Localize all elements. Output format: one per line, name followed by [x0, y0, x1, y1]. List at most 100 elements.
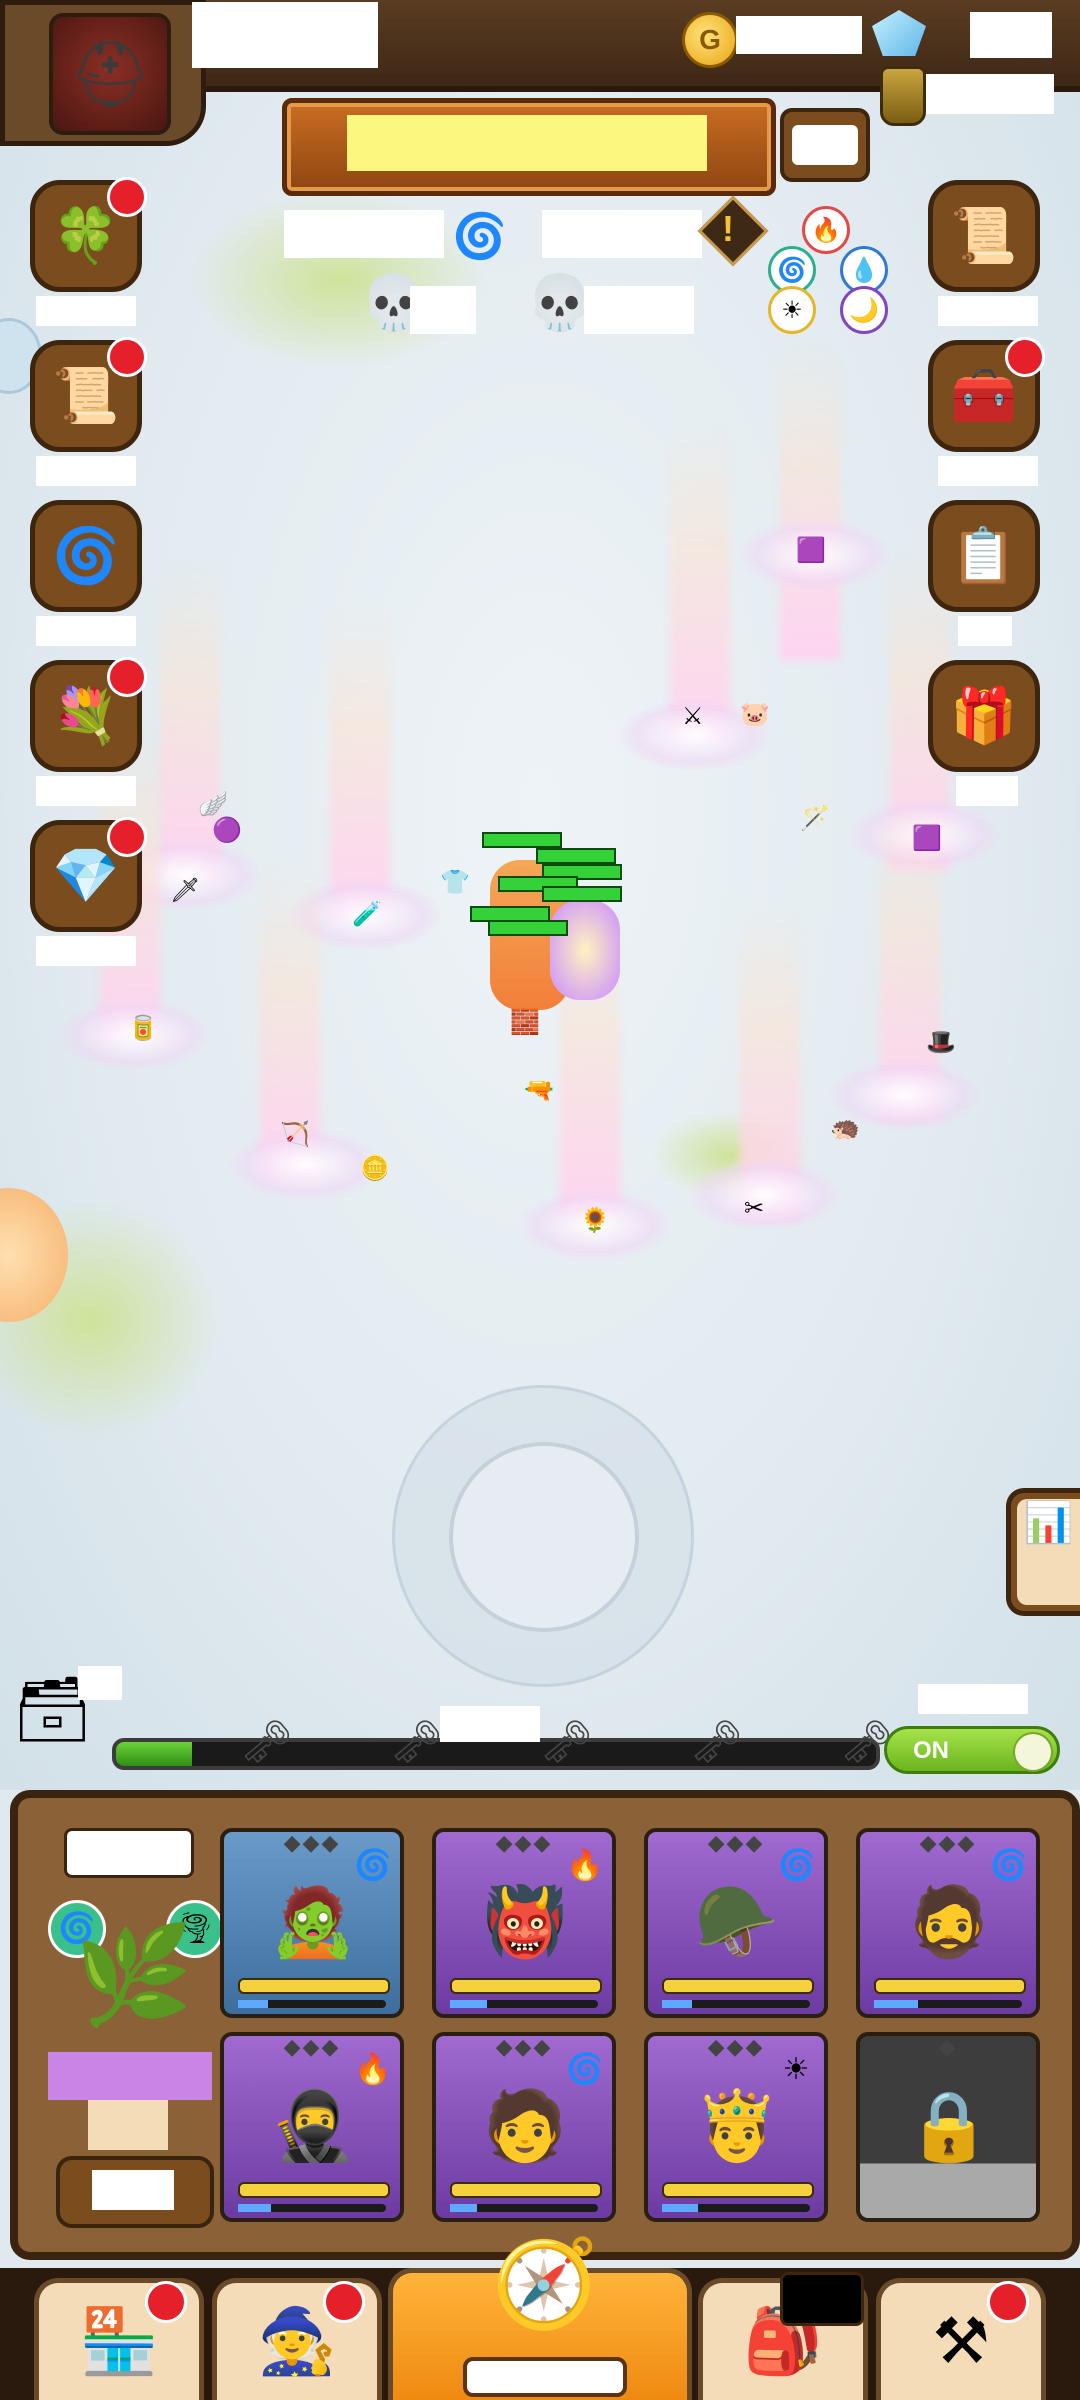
- formation-button[interactable]: [56, 2156, 214, 2228]
- nav-shop[interactable]: 🏪: [34, 2278, 204, 2400]
- side-btn-clover[interactable]: 🍀: [30, 177, 147, 292]
- light-element-icon: ☀: [768, 286, 816, 334]
- loot-item-icon[interactable]: 🏹: [280, 1120, 310, 1149]
- stage-info-button[interactable]: [780, 108, 870, 182]
- hp-bar: [488, 920, 568, 936]
- fire-element-icon: 🔥: [802, 206, 850, 254]
- battlefield: 🟪 ⚔ 🐷 🪽 🟣 🪄 🟪 🗡 👕 🧪 🥫 🎩 🧱 🔫 🏹 🦔 🪙 🌻 ✂: [0, 0, 1080, 1790]
- nav-main-label: [463, 2357, 627, 2397]
- loot-beam: [160, 560, 220, 880]
- hero-xp-bar: [662, 2204, 810, 2212]
- hero-xp-bar: [450, 2000, 598, 2008]
- joystick-knob[interactable]: [449, 1442, 639, 1632]
- auto-toggle[interactable]: ON: [884, 1726, 1060, 1774]
- hero-card[interactable]: ◆ 🔒: [856, 2032, 1040, 2222]
- loot-item-icon[interactable]: 🪽: [198, 790, 228, 819]
- stage-progress-bar: [112, 1738, 880, 1770]
- side-btn-gift[interactable]: 🎁: [928, 660, 1040, 772]
- toggle-knob: [1013, 1732, 1053, 1772]
- gold-coin-icon: G: [682, 12, 738, 68]
- hero-cooldown-bar: [874, 1978, 1026, 1994]
- hero-card[interactable]: ◆◆◆ 🧟 🌀: [220, 1828, 404, 2018]
- hp-bar: [542, 886, 622, 902]
- hero-cooldown-bar: [662, 1978, 814, 1994]
- loot-item-icon[interactable]: 🔫: [524, 1076, 554, 1105]
- hero-element-icon: ☀: [782, 2053, 810, 2086]
- wave-label: [284, 210, 444, 258]
- side-btn-portal[interactable]: 🌀: [30, 500, 142, 612]
- loot-item-icon[interactable]: 🪄: [800, 804, 830, 833]
- side-btn-label: [958, 616, 1012, 646]
- virtual-joystick[interactable]: [392, 1385, 694, 1687]
- rank-gems-icon: ◆: [938, 2034, 958, 2059]
- hero-card[interactable]: ◆◆◆ 🧔 🌀: [856, 1828, 1040, 2018]
- hero-cooldown-bar: [450, 2182, 602, 2198]
- emblem-level-box: [88, 2100, 168, 2150]
- quest-board-icon: 📋: [950, 525, 1018, 586]
- hero-card[interactable]: ◆◆◆ 🧑 🌀: [432, 2032, 616, 2222]
- side-btn-quests[interactable]: 📋: [928, 500, 1040, 612]
- side-btn-label: [36, 936, 136, 966]
- key-icon: 🗝: [840, 1718, 894, 1765]
- boss-count: [584, 286, 694, 334]
- notification-dot: [107, 337, 147, 377]
- wind-element-icon: 🌀: [452, 212, 507, 261]
- loot-item-icon[interactable]: 🐷: [740, 700, 770, 729]
- hero-element-icon: 🌀: [354, 1849, 392, 1882]
- potion-jar-icon: [880, 66, 926, 126]
- loot-item-icon[interactable]: ✂: [744, 1194, 764, 1223]
- auto-label: [918, 1684, 1028, 1714]
- formation-label: [64, 1828, 194, 1878]
- side-btn-diamond[interactable]: 💎: [30, 817, 147, 932]
- stats-button[interactable]: 📊: [1006, 1488, 1080, 1616]
- side-btn-label: [938, 456, 1038, 486]
- loot-item-icon[interactable]: 🌻: [580, 1206, 610, 1235]
- key-icon: 🗝: [390, 1718, 444, 1765]
- shop-icon: 🏪: [79, 2305, 159, 2377]
- rank-gems-icon: ◆◆◆: [707, 2034, 765, 2059]
- player-profile[interactable]: ⛑: [0, 0, 206, 146]
- side-btn-scroll[interactable]: 📜: [928, 180, 1040, 292]
- tree-emblem-icon: 🌿: [74, 1922, 194, 2029]
- rank-gems-icon: ◆◆◆: [283, 1830, 341, 1855]
- hero-card[interactable]: ◆◆◆ 🥷 🔥: [220, 2032, 404, 2222]
- loot-item-icon[interactable]: 🧪: [352, 900, 382, 929]
- hero-element-icon: 🌀: [566, 2053, 604, 2086]
- clover-icon: 🍀: [52, 205, 120, 266]
- toggle-label: ON: [913, 1737, 949, 1764]
- hero-card[interactable]: ◆◆◆ 👹 🔥: [432, 1828, 616, 2018]
- rank-gems-icon: ◆◆◆: [283, 2034, 341, 2059]
- bar-chart-icon: 📊: [1017, 1499, 1080, 1605]
- hero-card[interactable]: ◆◆◆ 🪖 🌀: [644, 1828, 828, 2018]
- wave-count: [542, 210, 702, 258]
- loot-item-icon[interactable]: 🗡: [170, 876, 200, 905]
- rank-gems-icon: ◆◆◆: [495, 2034, 553, 2059]
- notification-dot: [987, 2281, 1029, 2323]
- loot-item-icon[interactable]: ⚔: [682, 702, 704, 731]
- loot-beam: [780, 340, 840, 660]
- side-btn-bouquet[interactable]: 💐: [30, 657, 147, 772]
- hero-cooldown-bar: [238, 1978, 390, 1994]
- knight-helmet-icon[interactable]: ⛑: [49, 13, 171, 135]
- gold-amount: [736, 16, 862, 54]
- side-btn-pass[interactable]: 📜: [30, 337, 147, 452]
- nav-heroes[interactable]: 🧙: [212, 2278, 382, 2400]
- hero-sprite: [550, 900, 620, 1000]
- loot-item-icon[interactable]: 🥫: [128, 1014, 158, 1043]
- nav-adventure[interactable]: 🧭: [388, 2236, 692, 2400]
- loot-item-icon[interactable]: 👕: [440, 868, 470, 897]
- hero-card[interactable]: ◆◆◆ 🤴 ☀: [644, 2032, 828, 2222]
- loot-item-icon[interactable]: 🦔: [830, 1114, 860, 1143]
- nav-forge[interactable]: ⚒: [876, 2278, 1046, 2400]
- loot-item-icon[interactable]: 🟪: [796, 536, 826, 565]
- side-btn-chest[interactable]: 🧰: [928, 337, 1045, 452]
- hero-xp-bar: [450, 2204, 598, 2212]
- loot-item-icon[interactable]: 🪙: [360, 1154, 390, 1183]
- treasure-chest-icon: 🧰: [950, 365, 1018, 426]
- loot-beam: [330, 600, 390, 920]
- portal-icon: 🌀: [52, 525, 120, 586]
- loot-item-icon[interactable]: 🟣: [212, 816, 242, 845]
- notification-dot: [107, 817, 147, 857]
- loot-item-icon[interactable]: 🟪: [912, 824, 942, 853]
- loot-item-icon[interactable]: 🎩: [926, 1028, 956, 1057]
